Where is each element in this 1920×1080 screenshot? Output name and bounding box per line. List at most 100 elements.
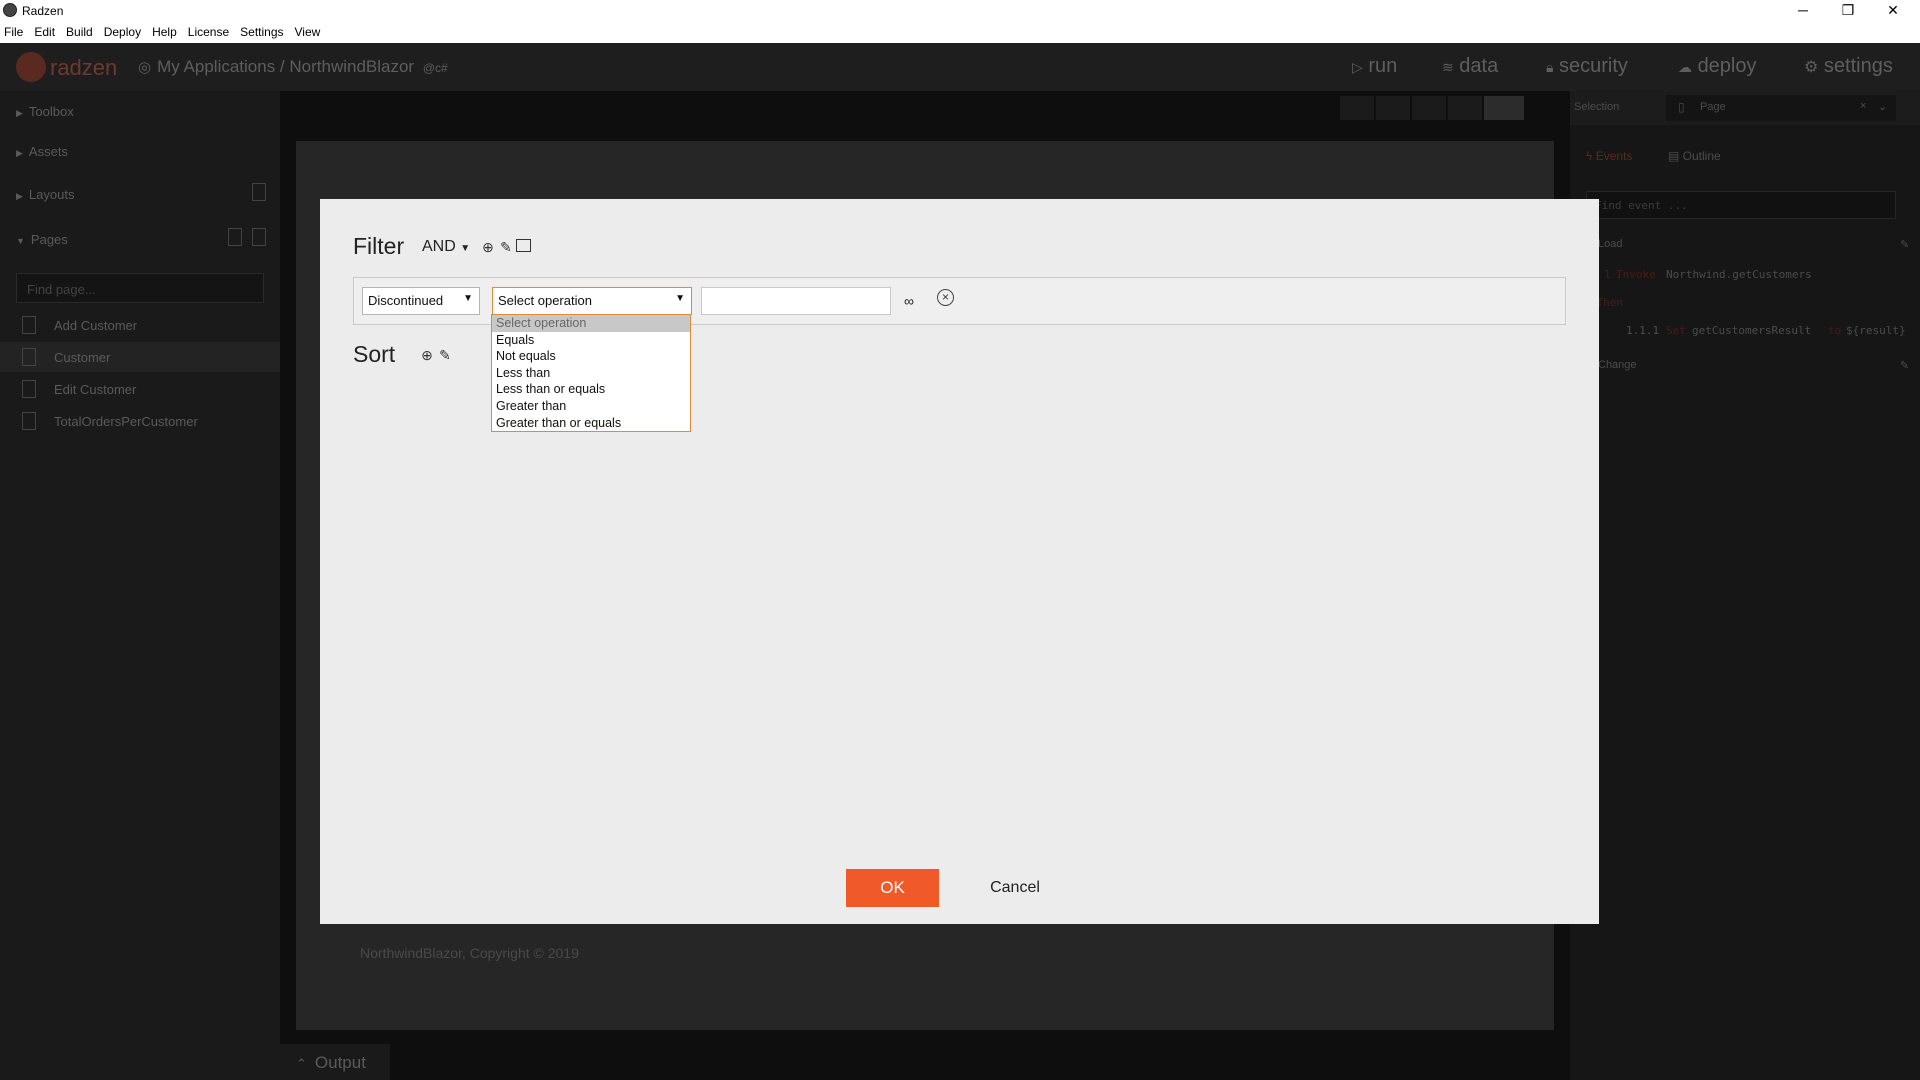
edit-event-icon[interactable]: ✎ bbox=[1900, 238, 1909, 251]
lightning-icon: ϟ bbox=[1586, 149, 1596, 163]
caret-down-icon: ▼ bbox=[16, 236, 25, 246]
window-title: Radzen bbox=[22, 4, 64, 18]
caret-right-icon: ▶ bbox=[16, 191, 23, 201]
nav-deploy[interactable]: ☁ deploy bbox=[1678, 55, 1757, 78]
outline-icon: ▤ bbox=[1668, 149, 1683, 163]
menu-build[interactable]: Build bbox=[62, 22, 97, 39]
operation-option[interactable]: Not equals bbox=[492, 348, 690, 365]
menubar: File Edit Build Deploy Help License Settings Vi… bbox=[0, 22, 1920, 43]
sidebar-section-layouts[interactable]: ▶ Layouts bbox=[16, 187, 74, 202]
lock-icon: 🔒︎ bbox=[1546, 59, 1554, 75]
breadcrumb-text: My Applications / NorthwindBlazor bbox=[157, 57, 415, 76]
page-footer-text: NorthwindBlazor, Copyright © 2019 bbox=[360, 945, 579, 961]
sidebar-section-pages[interactable]: ▼ Pages bbox=[16, 232, 68, 247]
operation-option[interactable]: Greater than bbox=[492, 398, 690, 415]
cancel-button[interactable]: Cancel bbox=[980, 876, 1050, 900]
sidebar-section-assets[interactable]: ▶ Assets bbox=[16, 144, 68, 159]
page-icon bbox=[22, 348, 36, 366]
chevron-down-icon[interactable]: ⌄ bbox=[1878, 100, 1887, 113]
filter-title: Filter bbox=[353, 233, 405, 259]
tab-events[interactable]: ϟ Events bbox=[1586, 149, 1632, 163]
edit-sort-icon[interactable]: ✎ bbox=[437, 347, 453, 363]
menu-deploy[interactable]: Deploy bbox=[100, 22, 145, 39]
breadcrumb[interactable]: ◎ My Applications / NorthwindBlazor @c# bbox=[138, 57, 448, 77]
add-sort-icon[interactable]: ⊕ bbox=[419, 347, 435, 363]
caret-right-icon: ▶ bbox=[16, 148, 23, 158]
find-event-input[interactable]: Find event ... bbox=[1586, 191, 1896, 219]
left-sidebar: ▶ Toolbox ▶ Assets ▶ Layouts ▼ Pages Find pa… bbox=[0, 91, 280, 1080]
link-icon[interactable]: ∞ bbox=[900, 293, 918, 309]
page-item[interactable]: TotalOrdersPerCustomer bbox=[0, 406, 280, 436]
nav-security[interactable]: 🔒︎ security bbox=[1546, 55, 1628, 78]
caret-down-icon: ▼ bbox=[460, 243, 471, 254]
logo-text: radzen bbox=[50, 55, 118, 80]
page-item[interactable]: Add Customer bbox=[0, 310, 280, 340]
event-then[interactable]: 1.1 Then bbox=[1570, 296, 1920, 309]
group-filter-icon[interactable] bbox=[516, 239, 531, 252]
selection-value: Page bbox=[1700, 101, 1726, 113]
operation-option[interactable]: Less than bbox=[492, 365, 690, 382]
gear-icon: ⚙ bbox=[1804, 59, 1819, 76]
page-item[interactable]: Edit Customer bbox=[0, 374, 280, 404]
sort-title: Sort bbox=[353, 341, 396, 367]
filter-value-input[interactable] bbox=[701, 287, 891, 315]
sidebar-section-toolbox[interactable]: ▶ Toolbox bbox=[16, 104, 74, 119]
right-panel-tabs: ϟ Events ▤ Outline bbox=[1570, 141, 1920, 171]
operation-option[interactable]: Less than or equals bbox=[492, 381, 690, 398]
operation-option[interactable]: Equals bbox=[492, 332, 690, 349]
remove-filter-icon[interactable]: × bbox=[937, 289, 954, 306]
menu-settings[interactable]: Settings bbox=[236, 22, 287, 39]
cloud-upload-icon: ☁ bbox=[1678, 59, 1692, 75]
logic-selector[interactable]: AND ▼ bbox=[422, 238, 470, 256]
output-tab[interactable]: ⌃ Output bbox=[280, 1044, 390, 1080]
edit-filter-icon[interactable]: ✎ bbox=[498, 239, 514, 255]
selection-label: Selection bbox=[1574, 101, 1620, 113]
filter-sort-dialog: Filter AND ▼ ⊕ ✎ Discontinued ▼ Select op… bbox=[320, 199, 1599, 924]
add-layout-icon[interactable] bbox=[252, 183, 266, 201]
phone-landscape-icon[interactable] bbox=[1376, 96, 1410, 120]
nav-run[interactable]: ▷ run bbox=[1352, 55, 1397, 78]
right-panel: Selection ▯ Page × ⌄ ϟ Events ▤ Outline … bbox=[1570, 91, 1920, 1080]
page-icon bbox=[22, 316, 36, 334]
ok-button[interactable]: OK bbox=[846, 869, 939, 907]
layers-icon: ≋ bbox=[1442, 59, 1454, 75]
page-icon bbox=[22, 412, 36, 430]
add-page-icon[interactable] bbox=[252, 228, 266, 246]
menu-license[interactable]: License bbox=[184, 22, 233, 39]
operation-dropdown-list: Select operation Equals Not equals Less … bbox=[491, 314, 691, 432]
nav-settings[interactable]: ⚙ settings bbox=[1804, 55, 1893, 78]
operation-option[interactable]: Greater than or equals bbox=[492, 415, 690, 432]
tablet-icon[interactable] bbox=[1412, 96, 1446, 120]
window-titlebar: Radzen ─ ❐ ✕ bbox=[0, 0, 1920, 22]
field-select[interactable]: Discontinued ▼ bbox=[362, 287, 480, 315]
menu-view[interactable]: View bbox=[291, 22, 325, 39]
page-item[interactable]: Customer bbox=[0, 342, 280, 372]
phone-icon[interactable] bbox=[1340, 96, 1374, 120]
caret-down-icon: ▼ bbox=[675, 293, 685, 304]
menu-file[interactable]: File bbox=[0, 22, 27, 39]
operation-option[interactable]: Select operation bbox=[492, 315, 690, 332]
add-filter-icon[interactable]: ⊕ bbox=[480, 239, 496, 255]
find-page-input[interactable]: Find page... bbox=[16, 273, 264, 303]
edit-event-icon[interactable]: ✎ bbox=[1900, 359, 1909, 372]
delete-page-icon[interactable] bbox=[228, 228, 242, 246]
page-icon bbox=[22, 380, 36, 398]
device-toolbar bbox=[1340, 96, 1560, 120]
menu-help[interactable]: Help bbox=[148, 22, 181, 39]
menu-edit[interactable]: Edit bbox=[30, 22, 59, 39]
restore-button[interactable]: ❐ bbox=[1825, 0, 1871, 22]
clear-selection-icon[interactable]: × bbox=[1860, 100, 1866, 112]
nav-data[interactable]: ≋ data bbox=[1442, 55, 1498, 78]
radzen-logo-icon bbox=[16, 52, 46, 82]
lang-badge: @c# bbox=[422, 61, 448, 75]
minimize-button[interactable]: ─ bbox=[1780, 0, 1826, 22]
tab-outline[interactable]: ▤ Outline bbox=[1668, 149, 1721, 163]
close-button[interactable]: ✕ bbox=[1870, 0, 1916, 22]
operation-select[interactable]: Select operation ▼ bbox=[492, 287, 692, 315]
app-header: radzen ◎ My Applications / NorthwindBlazo… bbox=[0, 43, 1920, 91]
app-icon bbox=[3, 3, 17, 17]
caret-down-icon: ▼ bbox=[463, 293, 473, 304]
tablet-landscape-icon[interactable] bbox=[1448, 96, 1482, 120]
desktop-icon[interactable] bbox=[1484, 96, 1524, 120]
caret-right-icon: ▶ bbox=[16, 108, 23, 118]
